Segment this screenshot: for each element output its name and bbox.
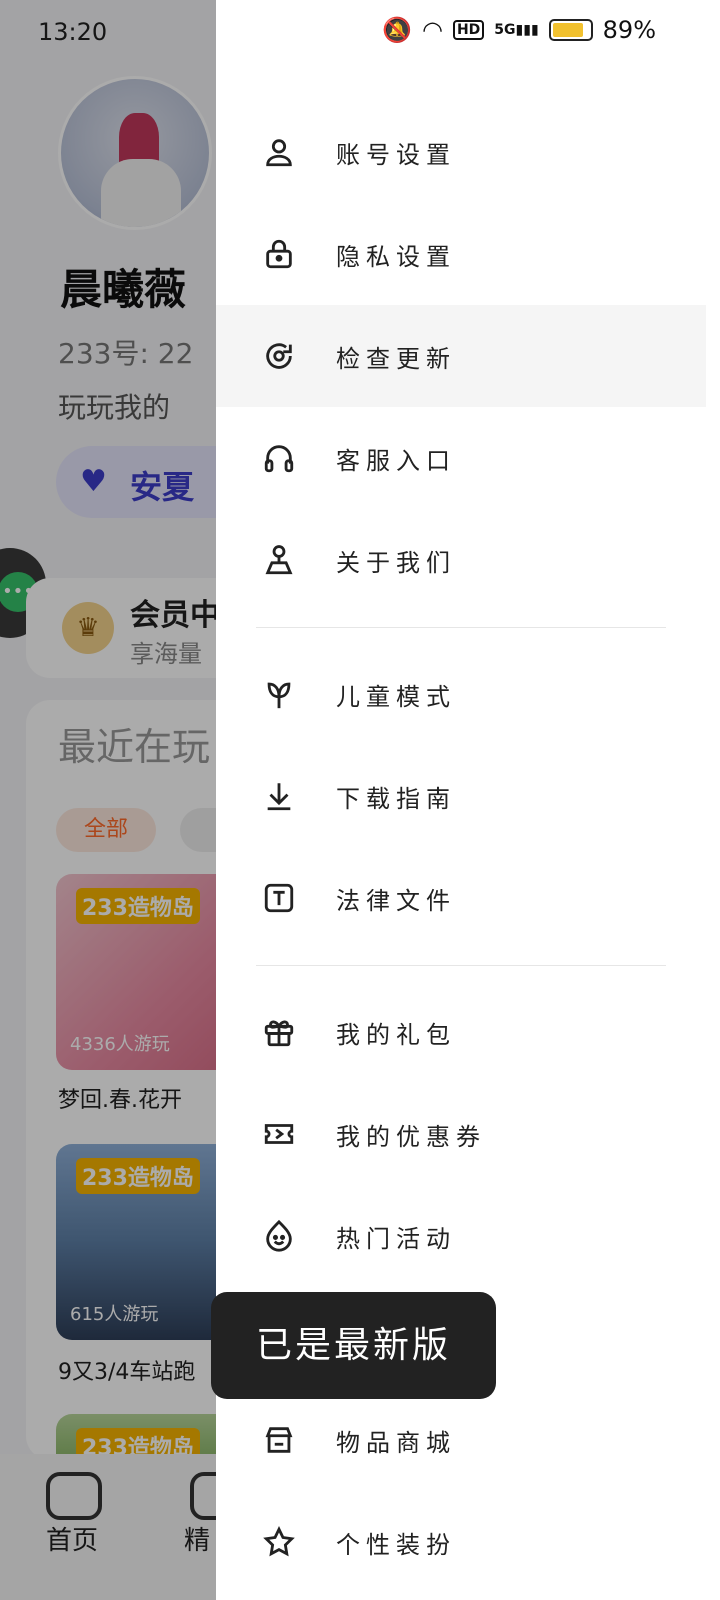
menu-label: 热门活动 bbox=[336, 1224, 456, 1253]
menu-item-my-gifts[interactable]: 我的礼包 bbox=[216, 981, 706, 1083]
menu-label: 我的优惠券 bbox=[336, 1122, 486, 1151]
menu-divider bbox=[256, 627, 666, 628]
menu-item-download-guide[interactable]: 下载指南 bbox=[216, 745, 706, 847]
gift-icon bbox=[264, 1020, 294, 1047]
headset-icon bbox=[264, 445, 294, 473]
menu-label: 账号设置 bbox=[336, 140, 456, 169]
menu-item-customer-service[interactable]: 客服入口 bbox=[216, 407, 706, 509]
download-icon bbox=[267, 783, 291, 811]
menu-item-about-us[interactable]: 关于我们 bbox=[216, 509, 706, 611]
menu-item-account-settings[interactable]: 账号设置 bbox=[216, 101, 706, 203]
menu-item-item-store[interactable]: 物品商城 bbox=[216, 1389, 706, 1491]
menu-item-check-update[interactable]: 检查更新 bbox=[216, 305, 706, 407]
menu-item-legal-documents[interactable]: 法律文件 bbox=[216, 847, 706, 949]
wifi-icon: ◠ bbox=[422, 16, 443, 44]
hd-icon: HD bbox=[452, 20, 485, 40]
flame-face-icon bbox=[266, 1219, 292, 1252]
refresh-icon bbox=[266, 343, 292, 369]
mute-icon: 🔕 bbox=[382, 16, 412, 44]
status-icons: 🔕 ◠ HD 5G▮▮▮ 89% bbox=[382, 16, 656, 44]
user-icon bbox=[266, 139, 292, 167]
store-icon bbox=[265, 1427, 293, 1453]
menu-label: 儿童模式 bbox=[336, 682, 456, 711]
menu-label: 关于我们 bbox=[336, 548, 456, 577]
battery-fill bbox=[552, 23, 583, 37]
menu-item-privacy-settings[interactable]: 隐私设置 bbox=[216, 203, 706, 305]
menu-divider bbox=[256, 965, 666, 966]
star-icon bbox=[263, 1525, 295, 1557]
menu-label: 检查更新 bbox=[336, 344, 456, 373]
menu-label: 客服入口 bbox=[336, 446, 456, 475]
text-document-icon bbox=[264, 883, 294, 913]
sprout-icon bbox=[267, 682, 291, 709]
menu-item-kids-mode[interactable]: 儿童模式 bbox=[216, 643, 706, 745]
menu-label: 隐私设置 bbox=[336, 242, 456, 271]
toast-message: 已是最新版 bbox=[211, 1292, 496, 1399]
menu-label: 法律文件 bbox=[336, 886, 456, 915]
menu-item-personal-decor[interactable]: 个性装扮 bbox=[216, 1491, 706, 1593]
signal-icon: 5G▮▮▮ bbox=[494, 22, 539, 38]
ticket-icon bbox=[264, 1124, 294, 1144]
menu-label: 下载指南 bbox=[336, 784, 456, 813]
about-icon bbox=[265, 545, 293, 575]
menu-item-hot-events[interactable]: 热门活动 bbox=[216, 1185, 706, 1287]
menu-label: 个性装扮 bbox=[336, 1530, 456, 1559]
battery-percent: 89% bbox=[602, 16, 656, 44]
battery-icon bbox=[548, 19, 593, 41]
menu-item-my-coupons[interactable]: 我的优惠券 bbox=[216, 1083, 706, 1185]
menu-label: 我的礼包 bbox=[336, 1020, 456, 1049]
menu-label: 物品商城 bbox=[336, 1428, 456, 1457]
lock-icon bbox=[266, 239, 292, 269]
